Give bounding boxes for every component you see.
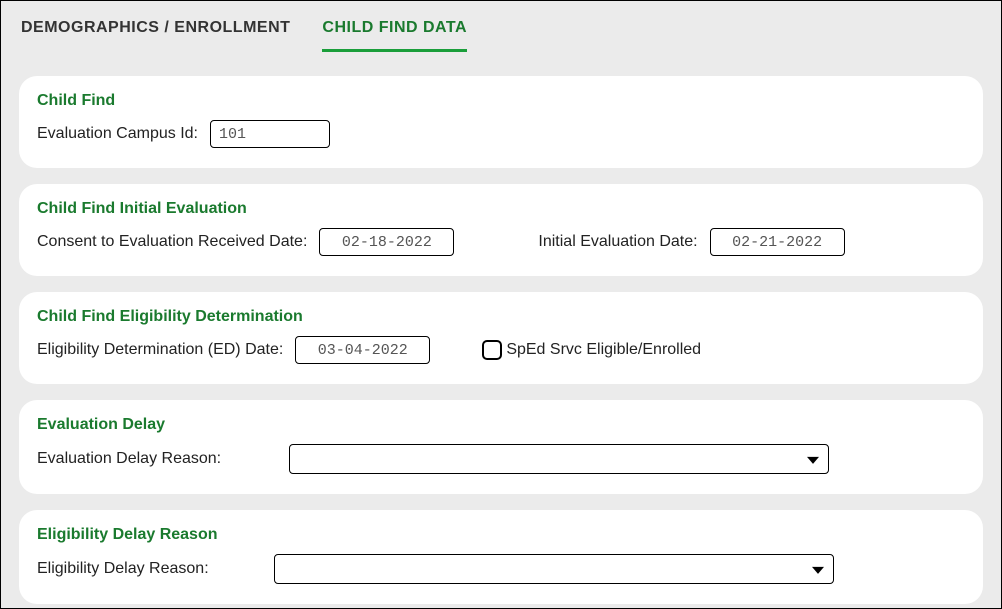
card-initial-evaluation: Child Find Initial Evaluation Consent to… <box>19 184 983 276</box>
select-elig-delay-reason[interactable] <box>274 554 834 584</box>
input-consent-date[interactable] <box>319 228 454 256</box>
checkbox-sped-eligible[interactable] <box>482 340 502 360</box>
select-eval-delay-reason[interactable] <box>289 444 829 474</box>
card-child-find: Child Find Evaluation Campus Id: <box>19 76 983 168</box>
section-title-child-find: Child Find <box>37 92 965 110</box>
label-consent-date: Consent to Evaluation Received Date: <box>37 233 307 251</box>
section-title-initial-eval: Child Find Initial Evaluation <box>37 200 965 218</box>
section-title-eval-delay: Evaluation Delay <box>37 416 965 434</box>
card-evaluation-delay: Evaluation Delay Evaluation Delay Reason… <box>19 400 983 494</box>
input-ed-date[interactable] <box>295 336 430 364</box>
label-initial-eval-date: Initial Evaluation Date: <box>538 233 697 251</box>
section-title-eligibility: Child Find Eligibility Determination <box>37 308 965 326</box>
input-eval-campus-id[interactable] <box>210 120 330 148</box>
card-eligibility-determination: Child Find Eligibility Determination Eli… <box>19 292 983 384</box>
tab-bar: DEMOGRAPHICS / ENROLLMENT CHILD FIND DAT… <box>19 13 983 52</box>
section-title-elig-delay: Eligibility Delay Reason <box>37 526 965 544</box>
label-elig-delay-reason: Eligibility Delay Reason: <box>37 560 262 578</box>
label-ed-date: Eligibility Determination (ED) Date: <box>37 341 283 359</box>
label-sped-eligible: SpEd Srvc Eligible/Enrolled <box>506 341 701 359</box>
card-eligibility-delay: Eligibility Delay Reason Eligibility Del… <box>19 510 983 604</box>
tab-demographics[interactable]: DEMOGRAPHICS / ENROLLMENT <box>21 19 290 52</box>
label-eval-campus-id: Evaluation Campus Id: <box>37 125 198 143</box>
tab-child-find-data[interactable]: CHILD FIND DATA <box>322 19 467 52</box>
label-eval-delay-reason: Evaluation Delay Reason: <box>37 450 277 468</box>
input-initial-eval-date[interactable] <box>710 228 845 256</box>
